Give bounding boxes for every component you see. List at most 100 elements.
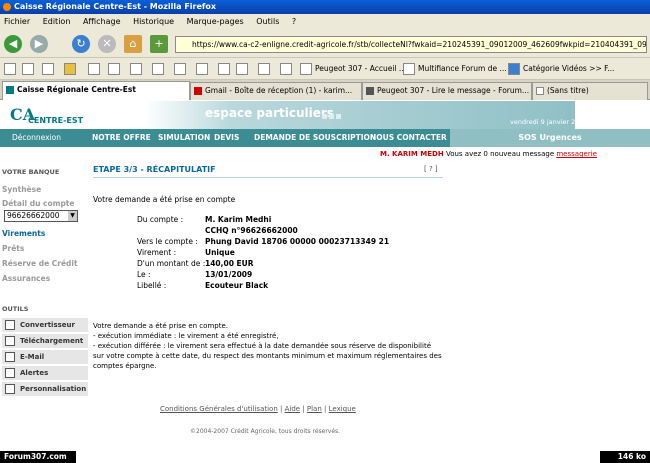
tool-email[interactable]: E-Mail [2,350,88,364]
menu-outils[interactable]: Outils [256,17,279,26]
bookmark-videos[interactable]: Catégorie Vidéos >> F... [523,63,614,75]
bookmark-videos-icon[interactable] [508,63,520,75]
address-bar[interactable]: https://www.ca-c2-enligne.credit-agricol… [175,36,647,53]
decorative-squares [322,112,343,121]
menu-fichier[interactable]: Fichier [4,17,30,26]
tab-gmail[interactable]: Gmail - Boîte de réception (1) - karim..… [190,82,362,100]
nav-nous-contacter[interactable]: NOUS CONTACTER [370,129,447,147]
tool-label: E-Mail [20,353,45,361]
menu-help[interactable]: ? [292,17,296,26]
tool-alertes[interactable]: Alertes [2,366,88,380]
note-line: - exécution différée : le virement sera … [93,342,432,350]
note-line: sur votre compte à cette date, du respec… [93,352,442,360]
bookmark-icon[interactable] [258,63,270,75]
page-icon [536,87,544,95]
bookmark-icon[interactable] [22,63,34,75]
account-select[interactable]: 96626662000 ▼ [4,210,78,222]
tool-label: Personnalisation [20,385,87,393]
sidebar-item-assurances[interactable]: Assurances [2,274,50,283]
bookmark-peugeot-icon[interactable] [300,63,312,75]
bookmark-icon[interactable] [152,63,164,75]
stop-button[interactable]: ✕ [98,35,116,53]
tab-peugeot[interactable]: Peugeot 307 - Lire le message - Forum... [362,82,532,100]
sidebar-item-virements[interactable]: Virements [2,229,45,238]
file-size: 146 ko [600,451,650,463]
sidebar-item-reserve[interactable]: Réserve de Crédit [2,259,78,268]
user-message: Vous avez 0 nouveau message [445,150,555,158]
detail-value: CCHQ n°96626662000 [205,226,298,235]
detail-value: 13/01/2009 [205,270,253,279]
nav-demande-souscription[interactable]: DEMANDE DE SOUSCRIPTION [254,129,376,147]
logo-subtitle: CENTRE-EST [28,116,84,125]
bookmark-icon[interactable] [108,63,120,75]
footer-plan-link[interactable]: Plan [307,405,322,413]
help-button[interactable]: [ ? ] [424,165,438,173]
footer-links: Conditions Générales d'utilisation | Aid… [160,405,356,413]
footer-aide-link[interactable]: Aide [285,405,300,413]
download-icon [5,336,15,346]
settings-icon [5,384,15,394]
bookmark-icon[interactable] [42,63,54,75]
nav-devis[interactable]: DEVIS [214,129,239,147]
title-divider [93,177,443,178]
menu-affichage[interactable]: Affichage [83,17,121,26]
tab-caisse[interactable]: Caisse Régionale Centre-Est [2,81,190,100]
current-date: vendredi 9 janvier 2009 [510,118,588,126]
tool-telechargement[interactable]: Téléchargement [2,334,88,348]
confirmation-text: Votre demande a été prise en compte [93,195,236,204]
add-tab-button[interactable]: + [150,35,168,53]
menu-marque-pages[interactable]: Marque-pages [187,17,244,26]
site-header: CA CENTRE-EST espace particuliers vendre… [0,101,650,129]
detail-value: Unique [205,248,235,257]
alert-icon [5,368,15,378]
bookmark-multifiance[interactable]: Multifiance Forum de ... [418,63,507,75]
user-bar: M. KARIM MEDH Vous avez 0 nouveau messag… [380,150,597,158]
detail-label: Du compte : [137,215,184,224]
back-button[interactable]: ◀ [4,35,22,53]
home-button[interactable]: ⌂ [124,35,142,53]
bookmark-icon[interactable] [280,63,292,75]
detail-value: Phung David 18706 00000 00023713349 21 [205,237,390,246]
window-title-bar: Caisse Régionale Centre-Est - Mozilla Fi… [0,0,650,14]
converter-icon [5,320,15,330]
tab-bar: Caisse Régionale Centre-Est Gmail - Boît… [0,80,650,100]
folder-icon[interactable] [64,63,76,75]
forward-button[interactable]: ▶ [30,35,48,53]
detail-value: Ecouteur Black [205,281,269,290]
messagerie-link[interactable]: messagerie [556,150,597,158]
navigation-toolbar: ◀ ▶ ↻ ✕ ⌂ + https://www.ca-c2-enligne.cr… [0,30,650,58]
tool-convertisseur[interactable]: Convertisseur [2,318,88,332]
bookmark-icon[interactable] [236,63,248,75]
gmail-icon [194,87,202,95]
note-line: - exécution immédiate : le virement a ét… [93,332,279,340]
bookmark-multifiance-icon[interactable] [403,63,415,75]
tab-label: (Sans titre) [547,86,589,95]
bookmark-icon[interactable] [174,63,186,75]
tab-sans-titre[interactable]: (Sans titre) [532,82,648,100]
footer-cgu-link[interactable]: Conditions Générales d'utilisation [160,405,278,413]
menu-edition[interactable]: Edition [43,17,71,26]
bookmark-icon[interactable] [4,63,16,75]
nav-simulation[interactable]: SIMULATION [158,129,210,147]
bookmark-icon[interactable] [196,63,208,75]
nav-notre-offre[interactable]: NOTRE OFFRE [92,129,151,147]
mail-icon [5,352,15,362]
detail-label: D'un montant de : [137,259,206,268]
gmail-icon[interactable] [218,63,230,75]
sidebar-item-synthese[interactable]: Synthèse [2,185,41,194]
sidebar-item-detail[interactable]: Détail du compte [2,199,74,208]
nav-deconnexion[interactable]: Déconnexion [12,129,61,147]
detail-value: M. Karim Medhi [205,215,272,224]
footer-lexique-link[interactable]: Lexique [329,405,356,413]
reload-button[interactable]: ↻ [72,35,90,53]
sos-urgences-button[interactable]: SOS Urgences [450,129,650,147]
tool-personnalisation[interactable]: Personnalisation [2,382,88,396]
sidebar-item-prets[interactable]: Prêts [2,244,24,253]
note-line: Votre demande a été prise en compte. [93,322,228,330]
bookmark-icon[interactable] [130,63,142,75]
menu-historique[interactable]: Historique [133,17,174,26]
tool-label: Alertes [20,369,49,377]
site-icon [6,86,14,94]
bookmark-icon[interactable] [88,63,100,75]
bookmark-peugeot[interactable]: Peugeot 307 - Accueil ... [315,63,406,75]
